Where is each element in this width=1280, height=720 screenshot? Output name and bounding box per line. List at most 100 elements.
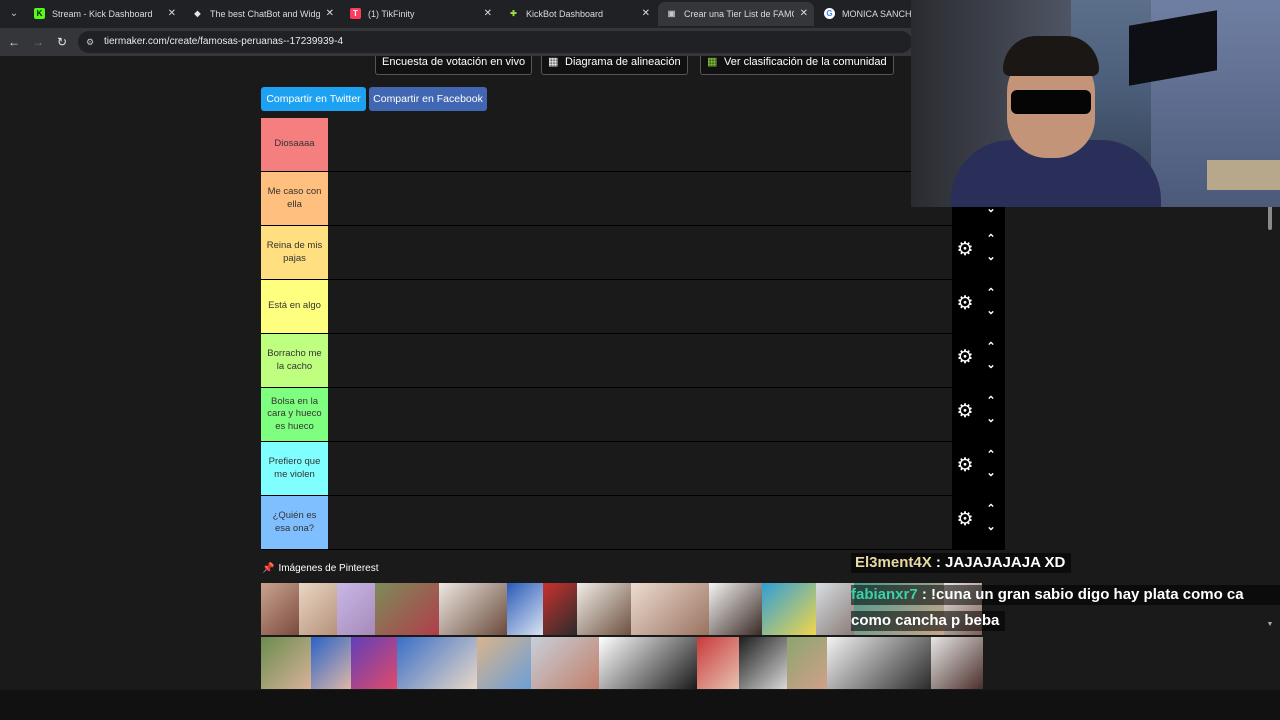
tier-image[interactable] [477,637,531,689]
gear-icon[interactable]: ⚙ [956,402,974,421]
tier-label[interactable]: Reina de mis pajas [261,226,328,279]
move-down-arrow-icon[interactable]: ⌄ [984,305,998,317]
close-icon[interactable]: ✕ [326,2,334,26]
tier-image[interactable] [697,637,739,689]
browser-tab-active[interactable]: ▣ Crear una Tier List de FAMOSAS ✕ [658,2,814,26]
tier-image[interactable] [931,637,983,689]
close-icon[interactable]: ✕ [800,2,808,26]
tier-image[interactable] [739,637,787,689]
move-down-arrow-icon[interactable]: ⌄ [984,521,998,533]
tier-drop-zone[interactable] [328,226,952,279]
gear-icon[interactable]: ⚙ [956,456,974,475]
tier-drop-zone[interactable] [328,388,952,441]
tier-image[interactable] [439,583,507,635]
tier-control: ⚙ ⌃ ⌄ [952,278,1005,332]
scroll-down-arrow-icon[interactable]: ▼ [1264,621,1276,631]
tier-label[interactable]: Diosaaaa [261,118,328,171]
close-icon[interactable]: ✕ [484,2,492,26]
tier-image[interactable] [787,637,827,689]
browser-tab[interactable]: ✚ KickBot Dashboard ✕ [500,2,656,26]
gear-icon[interactable]: ⚙ [956,348,974,367]
chat-text: como cancha p beba [851,612,1000,629]
tier-drop-zone[interactable] [328,442,952,495]
reload-icon[interactable]: ↻ [54,34,70,50]
tier-image[interactable] [507,583,543,635]
tier-image[interactable] [599,637,697,689]
tier-row: Me caso con ella [261,172,952,226]
tier-label[interactable]: Borracho me la cacho [261,334,328,387]
live-poll-button[interactable]: Encuesta de votación en vivo [375,56,533,75]
browser-tab[interactable]: K Stream - Kick Dashboard ✕ [26,2,182,26]
share-twitter-button[interactable]: Compartir en Twitter [261,87,366,111]
tier-image[interactable] [299,583,337,635]
move-down-arrow-icon[interactable]: ⌄ [984,251,998,263]
url-field[interactable]: ⚙ tiermaker.com/create/famosas-peruanas-… [78,31,912,53]
move-up-arrow-icon[interactable]: ⌃ [984,449,998,461]
chatbot-favicon-icon: ◆ [194,9,201,18]
tier-label[interactable]: Prefiero que me violen [261,442,328,495]
tier-drop-zone[interactable] [328,172,952,225]
tier-image[interactable] [261,637,311,689]
tier-image[interactable] [543,583,577,635]
tier-label[interactable]: Me caso con ella [261,172,328,225]
tier-image[interactable] [337,583,375,635]
tier-row: Diosaaaa [261,118,952,172]
chat-message-continuation: como cancha p beba [851,611,1006,631]
tier-image[interactable] [261,583,299,635]
move-up-arrow-icon[interactable]: ⌃ [984,395,998,407]
tier-image[interactable] [351,637,397,689]
chat-username: fabianxr7 [851,586,918,603]
tier-image[interactable] [762,583,816,635]
kick-favicon-icon: K [34,8,45,19]
tier-drop-zone[interactable] [328,496,952,549]
tier-image[interactable] [375,583,439,635]
chat-message: El3ment4X : JAJAJAJAJA XD [851,553,1072,573]
gear-icon[interactable]: ⚙ [956,510,974,529]
colored-grid-icon: ▦ [707,56,718,68]
move-up-arrow-icon[interactable]: ⌃ [984,287,998,299]
tier-label[interactable]: Está en algo [261,280,328,333]
gear-icon[interactable]: ⚙ [956,240,974,259]
google-favicon-icon: G [824,8,835,19]
tier-image[interactable] [631,583,709,635]
kickbot-favicon-icon: ✚ [510,9,517,18]
site-info-icon[interactable]: ⚙ [86,36,98,48]
tier-image[interactable] [816,583,854,635]
tier-image[interactable] [397,637,477,689]
chat-text: : !cuna un gran sabio digo hay plata com… [917,586,1244,603]
move-up-arrow-icon[interactable]: ⌃ [984,503,998,515]
alignment-chart-button[interactable]: ▦ Diagrama de alineación [541,56,688,75]
streamer-hair [1003,36,1099,76]
tier-image[interactable] [531,637,599,689]
chat-message: fabianxr7 : !cuna un gran sabio digo hay… [851,585,1280,605]
tier-drop-zone[interactable] [328,280,952,333]
tier-image[interactable] [709,583,762,635]
browser-tab[interactable]: ◆ The best ChatBot and Widgets ✕ [184,2,340,26]
pinterest-label: Imágenes de Pinterest [278,563,379,574]
share-facebook-button[interactable]: Compartir en Facebook [369,87,487,111]
tab-title: (1) TikFinity [368,9,415,19]
gear-icon[interactable]: ⚙ [956,294,974,313]
tier-drop-zone[interactable] [328,334,952,387]
tier-control: ⚙ ⌃ ⌄ [952,494,1005,548]
tier-label[interactable]: ¿Quién es esa ona? [261,496,328,549]
tier-label[interactable]: Bolsa en la cara y hueco es hueco [261,388,328,441]
move-down-arrow-icon[interactable]: ⌄ [984,359,998,371]
tier-control: ⚙ ⌃ ⌄ [952,224,1005,278]
back-arrow-icon[interactable]: ← [6,34,22,50]
move-up-arrow-icon[interactable]: ⌃ [984,341,998,353]
browser-tab[interactable]: T (1) TikFinity ✕ [342,2,498,26]
close-icon[interactable]: ✕ [168,2,176,26]
tier-image[interactable] [577,583,631,635]
move-down-arrow-icon[interactable]: ⌄ [984,467,998,479]
tier-drop-zone[interactable] [328,118,952,171]
move-down-arrow-icon[interactable]: ⌄ [984,413,998,425]
grid-icon: ▦ [548,56,559,68]
community-rank-button[interactable]: ▦ Ver clasificación de la comunidad [700,56,894,75]
tier-image[interactable] [311,637,351,689]
tab-search-menu-icon[interactable]: ⌄ [6,6,22,22]
move-up-arrow-icon[interactable]: ⌃ [984,233,998,245]
tier-image[interactable] [827,637,931,689]
forward-arrow-icon[interactable]: → [30,34,46,50]
close-icon[interactable]: ✕ [642,2,650,26]
